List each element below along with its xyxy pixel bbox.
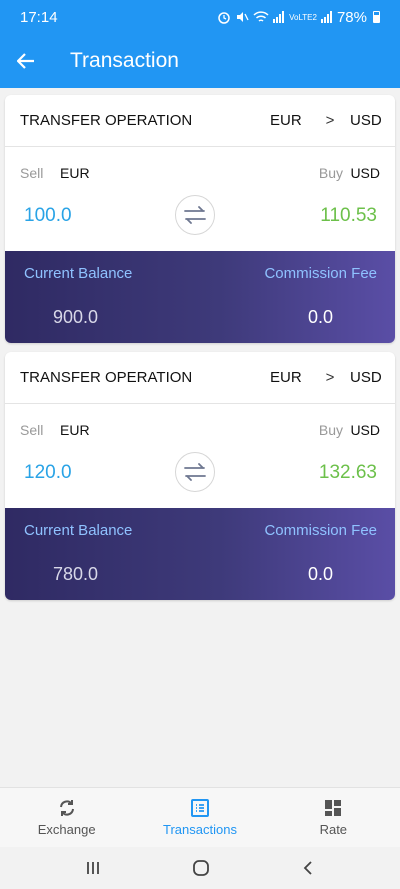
sell-amount: 120.0	[24, 462, 72, 483]
sell-label: Sell	[20, 165, 44, 181]
buy-label: Buy	[318, 165, 343, 181]
nav-transactions[interactable]: Transactions	[133, 788, 266, 847]
card-header: TRANSFER OPERATION EUR > USD	[5, 95, 395, 147]
refresh-icon	[59, 800, 74, 816]
swap-button[interactable]	[175, 452, 215, 492]
battery-icon	[373, 11, 380, 23]
nav-exchange-label: Exchange	[37, 822, 96, 837]
arrow-left-icon	[17, 53, 34, 69]
sell-currency: EUR	[60, 165, 90, 181]
card-footer: Current Balance Commission Fee 780.0 0.0	[5, 508, 395, 600]
status-icons: VoLTE2 78%	[217, 9, 380, 26]
fee-label: Commission Fee	[264, 265, 377, 282]
swap-icon	[184, 463, 206, 481]
back-button[interactable]	[0, 34, 52, 88]
balance-value: 900.0	[53, 307, 99, 327]
fee-label: Commission Fee	[264, 522, 377, 539]
grid-icon	[325, 800, 342, 816]
system-navigation	[0, 847, 400, 889]
chevron-right-icon: >	[325, 112, 335, 129]
to-currency: USD	[350, 112, 382, 129]
status-time: 17:14	[20, 8, 58, 26]
swap-icon	[184, 206, 206, 224]
from-currency: EUR	[270, 112, 302, 129]
sell-label: Sell	[20, 422, 44, 438]
buy-currency: USD	[350, 165, 380, 181]
balance-value: 780.0	[53, 564, 99, 584]
chevron-right-icon: >	[325, 369, 335, 386]
mute-icon	[237, 12, 249, 22]
buy-amount: 132.63	[318, 462, 377, 483]
app-bar: Transaction	[0, 34, 400, 88]
buy-label: Buy	[318, 422, 343, 438]
signal-icon	[273, 11, 285, 23]
recent-apps-icon[interactable]	[85, 860, 101, 876]
transaction-card[interactable]: TRANSFER OPERATION EUR > USD Sell EUR Bu…	[5, 95, 395, 343]
page-title: Transaction	[70, 49, 179, 72]
list-icon	[190, 799, 209, 817]
nav-rate[interactable]: Rate	[267, 788, 400, 847]
operation-label: TRANSFER OPERATION	[20, 369, 193, 386]
sell-currency: EUR	[60, 422, 90, 438]
sell-amount: 100.0	[24, 205, 72, 226]
nav-rate-label: Rate	[319, 822, 348, 837]
from-currency: EUR	[270, 369, 302, 386]
card-body: Sell EUR Buy USD 120.0 132.63	[5, 404, 395, 508]
balance-label: Current Balance	[24, 522, 133, 539]
card-footer: Current Balance Commission Fee 900.0 0.0	[5, 251, 395, 343]
alarm-icon	[218, 12, 230, 24]
swap-button[interactable]	[175, 195, 215, 235]
bottom-navigation: Exchange Transactions Rate	[0, 787, 400, 847]
wifi-icon	[253, 11, 269, 22]
card-body: Sell EUR Buy USD 100.0 110.53	[5, 147, 395, 251]
battery-percent: 78%	[336, 8, 367, 26]
fee-value: 0.0	[307, 307, 333, 327]
balance-label: Current Balance	[24, 265, 133, 282]
buy-amount: 110.53	[320, 205, 377, 226]
operation-label: TRANSFER OPERATION	[20, 112, 193, 129]
transaction-card[interactable]: TRANSFER OPERATION EUR > USD Sell EUR Bu…	[5, 352, 395, 600]
nav-exchange[interactable]: Exchange	[0, 788, 133, 847]
fee-value: 0.0	[307, 564, 333, 584]
buy-currency: USD	[350, 422, 380, 438]
network-type: VoLTE2	[289, 12, 317, 22]
card-header: TRANSFER OPERATION EUR > USD	[5, 352, 395, 404]
home-icon[interactable]	[192, 859, 210, 877]
to-currency: USD	[350, 369, 382, 386]
nav-transactions-label: Transactions	[163, 822, 237, 837]
status-bar: 17:14 VoLTE2 78%	[0, 0, 400, 34]
signal-icon-2	[320, 11, 332, 23]
back-nav-icon[interactable]	[301, 860, 315, 876]
